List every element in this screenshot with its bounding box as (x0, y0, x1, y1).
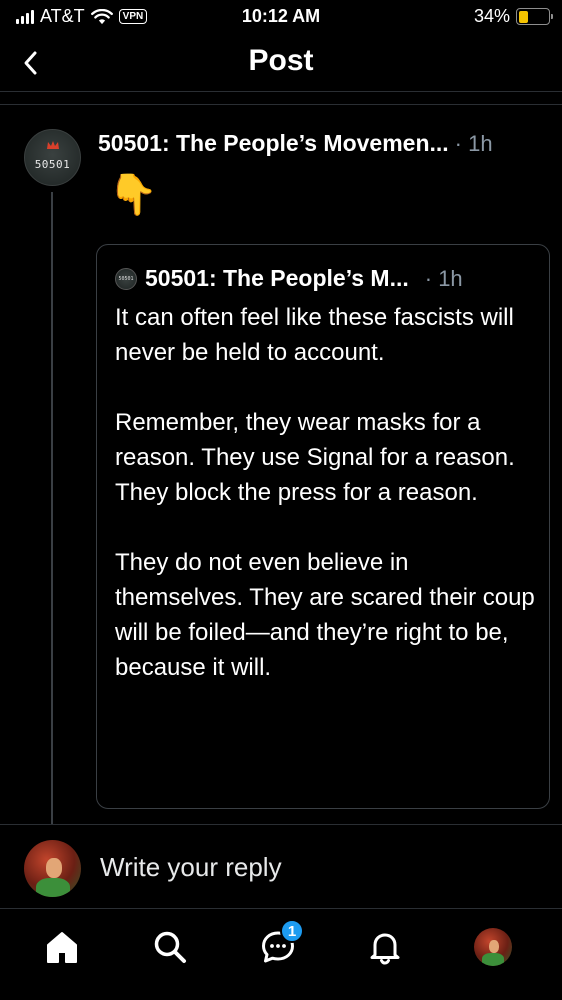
author-name[interactable]: 50501: The People’s Movemen... (98, 130, 449, 157)
page-title: Post (248, 44, 314, 77)
reply-bar: Write your reply (0, 824, 562, 908)
pointing-down-emoji: 👇 (108, 173, 158, 217)
battery-percent: 34% (473, 6, 510, 26)
status-bar: AT&T VPN 10:12 AM 34% (0, 0, 562, 34)
quoted-post-time: · 1h (424, 265, 463, 291)
tab-search[interactable] (150, 927, 190, 967)
quoted-post[interactable]: 50501 50501: The People’s M... · 1h It c… (96, 244, 550, 809)
battery-fill (518, 10, 529, 23)
reply-input[interactable]: Write your reply (100, 852, 282, 883)
user-avatar (24, 840, 81, 897)
quoted-author-avatar: 50501 (115, 267, 137, 290)
quoted-paragraph: They do not even believe in themselves. … (115, 549, 535, 681)
bottom-tab-bar: 1 (0, 908, 562, 1000)
tab-profile[interactable] (474, 928, 512, 966)
quoted-post-header: 50501 50501: The People’s M... · 1h (115, 265, 540, 292)
search-icon (154, 931, 186, 963)
avatar-logo-text: 50501 (34, 158, 71, 171)
author-avatar[interactable]: 50501 (24, 129, 81, 186)
battery-icon (516, 8, 553, 25)
chat-unread-badge: 1 (280, 919, 304, 943)
quoted-post-body: It can often feel like these fascists wi… (115, 300, 540, 720)
post-time: · 1h (454, 130, 493, 156)
divider (0, 104, 562, 105)
thread-line (51, 192, 53, 824)
quoted-paragraph: Remember, they wear masks for a reason. … (115, 409, 515, 506)
post-header: 50501: The People’s Movemen... · 1h (98, 130, 548, 157)
top-header: Post (0, 34, 562, 92)
crown-icon (47, 141, 59, 149)
quoted-author-name: 50501: The People’s M... (145, 265, 409, 291)
quoted-paragraph: It can often feel like these fascists wi… (115, 304, 514, 366)
bell-icon (370, 933, 400, 965)
home-icon (47, 932, 77, 963)
tab-notifications[interactable] (365, 927, 405, 967)
tab-home[interactable] (42, 927, 82, 967)
status-right: 34% (473, 6, 553, 27)
